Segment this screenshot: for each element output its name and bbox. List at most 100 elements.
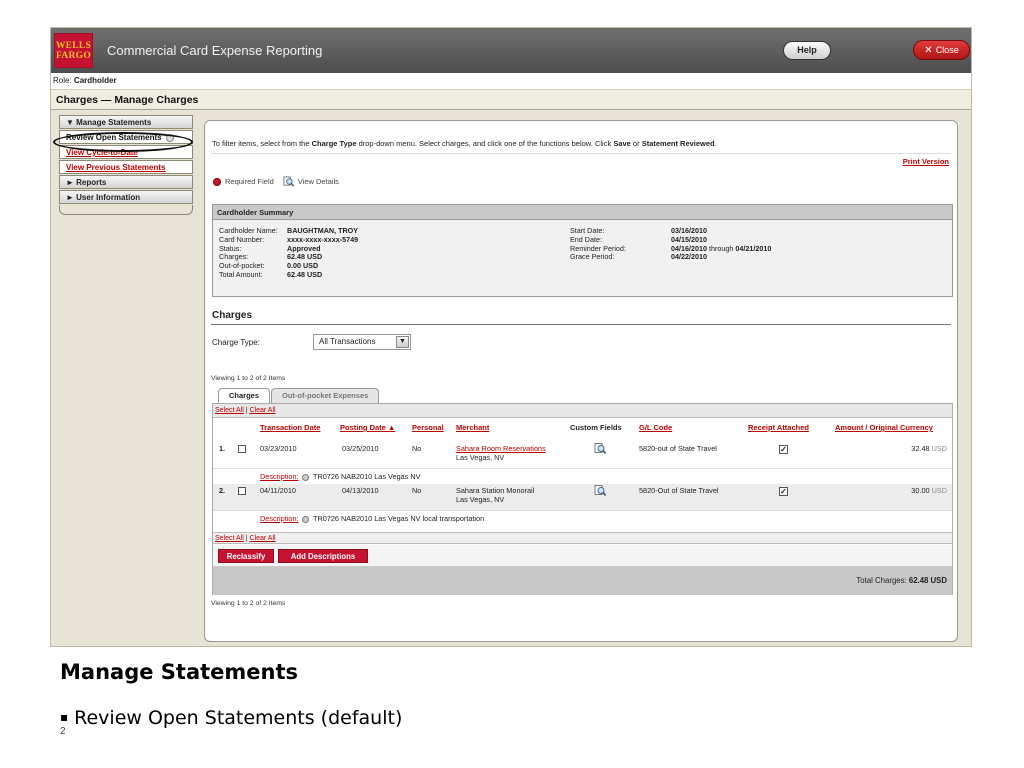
divider [213, 510, 952, 511]
select-controls-top: Select All | Clear All [213, 404, 952, 418]
transaction-date: 03/23/2010 [260, 444, 297, 453]
total-amount-value: 62.48 USD [287, 269, 323, 279]
col-merchant[interactable]: Merchant [456, 423, 489, 432]
custom-fields-icon[interactable] [594, 442, 606, 455]
info-icon [302, 473, 309, 481]
slide-bullet: ▪ Review Open Statements (default) [60, 707, 402, 729]
sidebar-item-manage-statements[interactable]: ▼ Manage Statements [59, 115, 193, 129]
close-button[interactable]: ✕ Close [913, 40, 970, 60]
col-transaction-date[interactable]: Transaction Date [260, 423, 320, 432]
select-controls-bottom: Select All | Clear All [213, 532, 952, 544]
reminder-to: 04/21/2010 [735, 243, 772, 253]
summary-left-values: BAUGHTMAN, TROY xxxx-xxxx-xxxx-5749 Appr… [287, 226, 358, 280]
col-personal[interactable]: Personal [412, 423, 444, 432]
summary-body: Cardholder Name: Card Number: Status: Ch… [213, 220, 952, 296]
divider [211, 153, 951, 154]
gl-code: 5820-out of State Travel [639, 444, 717, 453]
description-row: Description: TR0726 NAB2010 Las Vegas NV… [213, 512, 952, 525]
charge-type-label: Charge Type: [212, 338, 260, 347]
merchant-name: Sahara Station Monorail [456, 486, 535, 495]
posting-date: 04/13/2010 [342, 486, 379, 495]
app-title: Commercial Card Expense Reporting [107, 43, 323, 58]
summary-heading: Cardholder Summary [213, 205, 952, 220]
merchant-link[interactable]: Sahara Room Reservations [456, 444, 546, 453]
sidebar-item-view-previous-statements[interactable]: View Previous Statements [59, 160, 193, 174]
sidebar-item-reports[interactable]: ► Reports [59, 175, 193, 189]
summary-label: Total Amount: [219, 269, 263, 279]
tab-charges[interactable]: Charges [218, 388, 271, 403]
main-panel: To filter items, select from the Charge … [204, 120, 958, 642]
divider [211, 324, 951, 325]
description-value: TR0726 NAB2010 Las Vegas NV local transp… [313, 514, 485, 523]
print-version-link[interactable]: Print Version [903, 157, 949, 166]
tab-out-of-pocket[interactable]: Out-of-pocket Expenses [271, 388, 380, 403]
clear-all-link[interactable]: Clear All [250, 535, 276, 542]
add-descriptions-button[interactable]: Add Descriptions [278, 549, 368, 563]
clear-all-link[interactable]: Clear All [250, 407, 276, 414]
sidebar-item-user-information[interactable]: ► User Information [59, 190, 193, 204]
col-posting-date[interactable]: Posting Date ▲ [340, 423, 395, 432]
intro-bold: Charge Type [311, 139, 357, 148]
amount-value: 30.00 [911, 486, 930, 495]
reclassify-button[interactable]: Reclassify [218, 549, 274, 563]
select-all-link[interactable]: Select All [215, 535, 244, 542]
description-link[interactable]: Description: [260, 514, 299, 523]
info-icon [302, 515, 309, 523]
table-row: 1. 03/23/2010 03/25/2010 No Sahara Room … [213, 442, 952, 468]
page-title: Charges — Manage Charges [51, 90, 971, 110]
row-checkbox[interactable] [238, 487, 246, 495]
viewing-count-bottom: Viewing 1 to 2 of 2 Items [211, 600, 286, 607]
personal-value: No [412, 486, 422, 495]
table-row: 2. 04/11/2010 04/13/2010 No Sahara Stati… [213, 484, 952, 510]
logo-text-line2: FARGO [55, 50, 92, 61]
reminder-from: 04/16/2010 [671, 243, 707, 253]
sidebar-footer [59, 205, 193, 215]
close-label: Close [935, 45, 959, 55]
row-checkbox[interactable] [238, 445, 246, 453]
view-details-icon [283, 176, 294, 187]
charges-table: Select All | Clear All Transaction Date … [212, 403, 953, 595]
chevron-down-icon: ▼ [396, 336, 409, 348]
cardholder-summary: Cardholder Summary Cardholder Name: Card… [212, 204, 953, 297]
select-all-link[interactable]: Select All [215, 407, 244, 414]
wells-fargo-logo: WELLS FARGO [54, 33, 93, 68]
intro-bold: Save [613, 139, 631, 148]
col-amount[interactable]: Amount / Original Currency [835, 423, 933, 432]
transaction-date: 04/11/2010 [260, 486, 296, 495]
sidebar: ▼ Manage Statements Review Open Statemen… [53, 115, 193, 215]
required-field-icon [213, 177, 221, 186]
close-icon: ✕ [924, 45, 933, 56]
receipt-checkbox[interactable]: ✓ [779, 487, 788, 496]
col-receipt-attached[interactable]: Receipt Attached [748, 423, 809, 432]
help-button[interactable]: Help [783, 41, 831, 60]
role-bar: Role: Cardholder [51, 73, 971, 90]
role-label: Role: [53, 76, 72, 85]
amount: 30.00 USD [911, 486, 947, 495]
summary-left-labels: Cardholder Name: Card Number: Status: Ch… [219, 226, 278, 280]
summary-right-labels: Start Date: End Date: Reminder Period: G… [570, 226, 626, 262]
intro-bold: Statement Reviewed [641, 139, 715, 148]
custom-fields-icon[interactable] [594, 484, 606, 497]
total-value: 62.48 USD [908, 576, 947, 585]
col-custom-fields: Custom Fields [570, 423, 622, 432]
app-window: WELLS FARGO Commercial Card Expense Repo… [50, 27, 972, 647]
merchant-city: Las Vegas, NV [456, 453, 505, 462]
charges-heading: Charges [212, 310, 253, 321]
viewing-count-top: Viewing 1 to 2 of 2 Items [211, 375, 286, 382]
personal-value: No [412, 444, 422, 453]
reminder-through: through [706, 243, 736, 253]
charge-type-select[interactable]: All Transactions ▼ [313, 334, 411, 350]
receipt-checkbox[interactable]: ✓ [779, 445, 788, 454]
view-details-label: View Details [297, 177, 339, 186]
col-gl-code[interactable]: G/L Code [639, 423, 672, 432]
charge-type-value: All Transactions [319, 337, 376, 346]
description-link[interactable]: Description: [260, 472, 299, 481]
total-charges: Total Charges: 62.48 USD [213, 566, 952, 595]
highlight-oval [53, 132, 193, 152]
top-bar: WELLS FARGO Commercial Card Expense Repo… [51, 28, 971, 73]
amount-currency: USD [929, 444, 947, 453]
row-number: 2. [219, 486, 226, 495]
logo-text-line1: WELLS [55, 40, 92, 51]
grace-period: 04/22/2010 [671, 252, 707, 262]
intro-part: . [714, 139, 717, 148]
